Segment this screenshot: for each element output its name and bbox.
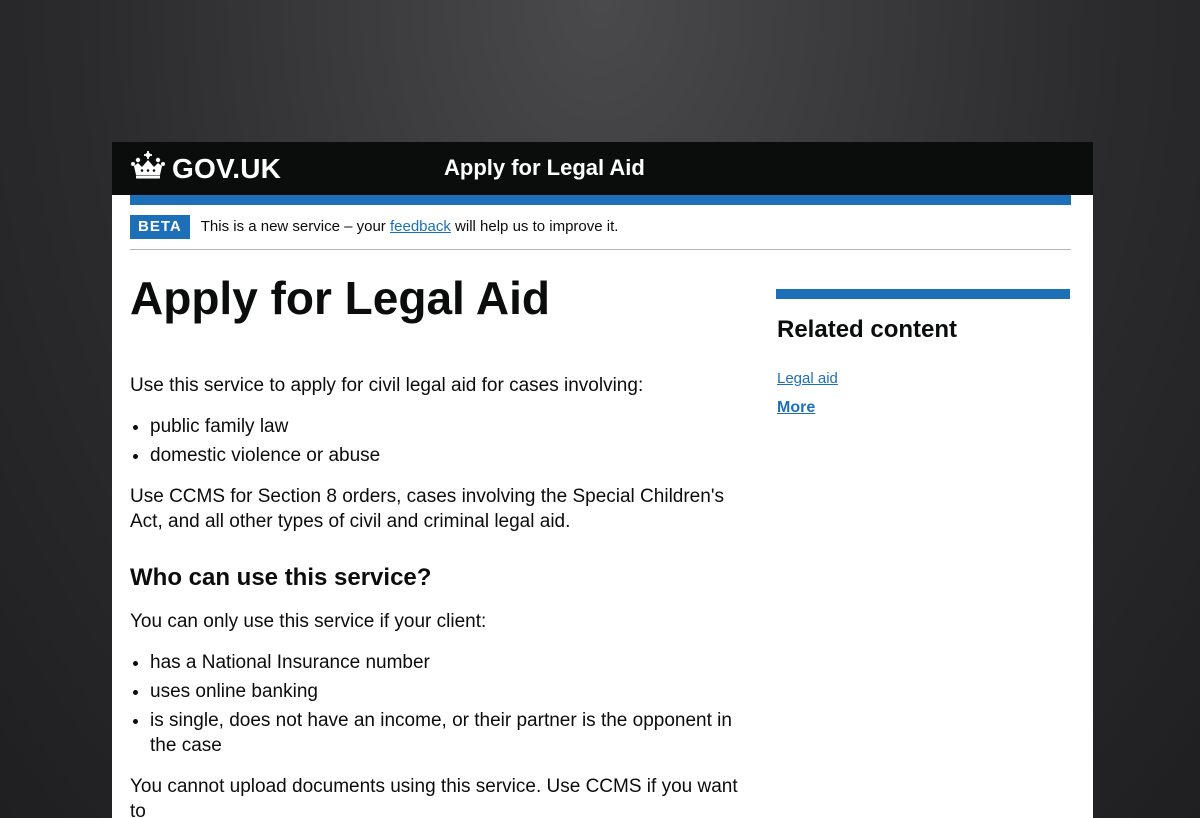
related-content: Related content Legal aid More xyxy=(776,289,1070,418)
main-content: Apply for Legal Aid Use this service to … xyxy=(130,270,740,818)
page-title: Apply for Legal Aid xyxy=(130,272,550,324)
feedback-link[interactable]: feedback xyxy=(390,218,451,235)
phase-text-after: will help us to improve it. xyxy=(450,218,619,235)
related-link-legal-aid[interactable]: Legal aid xyxy=(777,369,1070,389)
eligibility-list: has a National Insurance number uses onl… xyxy=(130,650,740,758)
list-item: public family law xyxy=(150,414,740,439)
related-content-heading: Related content xyxy=(777,316,958,343)
who-intro-text: You can only use this service if your cl… xyxy=(130,611,487,632)
phase-tag: BETA xyxy=(130,215,190,239)
phase-banner: BETA This is a new service – your feedba… xyxy=(130,205,1071,250)
related-content-bar xyxy=(776,289,1070,299)
phase-text-before: This is a new service – your xyxy=(200,218,390,235)
phase-banner-text: This is a new service – your feedback wi… xyxy=(201,217,619,237)
intro-text: Use this service to apply for civil lega… xyxy=(130,375,644,396)
crown-icon xyxy=(130,151,166,186)
list-item: domestic violence or abuse xyxy=(150,443,740,468)
who-can-use-heading: Who can use this service? xyxy=(130,564,432,591)
govuk-logo-text: GOV.UK xyxy=(172,152,282,184)
header-blue-bar xyxy=(130,195,1071,205)
ccms-note: Use CCMS for Section 8 orders, cases inv… xyxy=(130,486,724,532)
related-links: Legal aid More xyxy=(777,369,1070,418)
govuk-header: GOV.UK Apply for Legal Aid xyxy=(112,142,1093,195)
upload-note: You cannot upload documents using this s… xyxy=(130,776,738,818)
list-item: has a National Insurance number xyxy=(150,650,740,675)
service-name-link[interactable]: Apply for Legal Aid xyxy=(444,154,645,182)
case-types-list: public family law domestic violence or a… xyxy=(130,414,740,468)
list-item: uses online banking xyxy=(150,679,740,704)
related-link-more[interactable]: More xyxy=(777,398,1070,418)
browser-page: GOV.UK Apply for Legal Aid BETA This is … xyxy=(112,142,1093,818)
list-item: is single, does not have an income, or t… xyxy=(150,708,740,758)
govuk-logo-link[interactable]: GOV.UK xyxy=(130,151,281,186)
